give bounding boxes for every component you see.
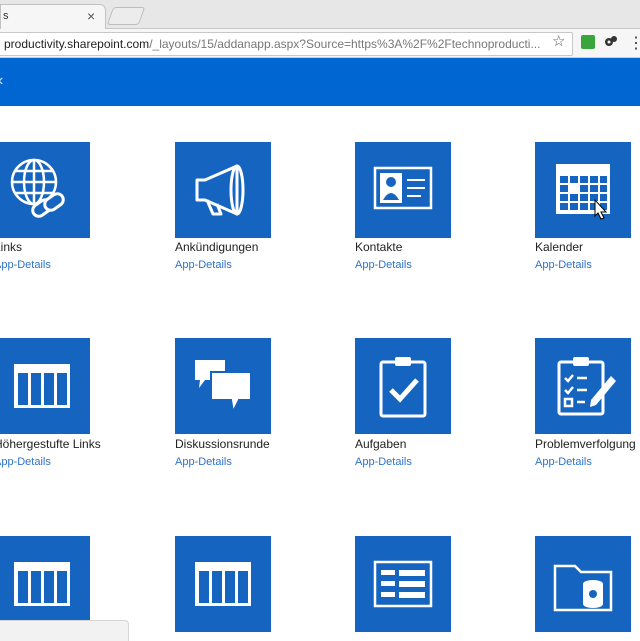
calendar-icon	[556, 164, 610, 220]
app-tile[interactable]	[355, 536, 451, 632]
app-grid: Links App-Details Ankündigungen App-Deta…	[0, 106, 640, 640]
tab-title: s	[3, 10, 9, 22]
app-name[interactable]: Kontakte	[355, 240, 402, 254]
list-table-icon	[14, 562, 70, 606]
url-host: productivity.sharepoint.com	[4, 37, 150, 51]
task-clipboard-icon	[379, 357, 427, 418]
app-details-link[interactable]: App-Details	[535, 259, 592, 271]
browser-tab[interactable]: s ×	[0, 4, 106, 29]
app-tile[interactable]	[535, 536, 631, 632]
app-tile-kontakte[interactable]	[355, 142, 451, 238]
list-table-icon	[195, 562, 251, 606]
app-name[interactable]: Aufgaben	[355, 437, 406, 451]
browser-toolbar: productivity.sharepoint.com/_layouts/15/…	[0, 29, 640, 58]
app-name[interactable]: Links	[0, 240, 22, 254]
app-tile-diskussionsrunde[interactable]	[175, 338, 271, 434]
app-details-link[interactable]: App-Details	[535, 456, 592, 468]
suite-bar: ‹	[0, 58, 640, 106]
browser-menu-icon[interactable]: ⋮	[628, 33, 640, 53]
issue-tracking-icon	[557, 357, 616, 416]
app-tile[interactable]	[0, 536, 90, 632]
form-list-icon	[373, 560, 433, 608]
app-tile[interactable]	[175, 536, 271, 632]
browser-tab-strip: s ×	[0, 0, 640, 29]
bookmark-star-icon[interactable]: ☆	[552, 32, 565, 50]
app-details-link[interactable]: App-Details	[355, 259, 412, 271]
app-details-link[interactable]: App-Details	[175, 456, 232, 468]
app-details-link[interactable]: App-Details	[0, 456, 51, 468]
new-tab-button[interactable]	[106, 7, 146, 25]
megaphone-icon	[195, 164, 245, 216]
close-tab-icon[interactable]: ×	[87, 8, 95, 24]
status-bubble	[0, 620, 129, 641]
app-name[interactable]: Höhergestufte Links	[0, 437, 101, 451]
app-tile-kalender[interactable]	[535, 142, 631, 238]
app-tile-links[interactable]	[0, 142, 90, 238]
extension-icon[interactable]	[581, 35, 595, 49]
extension-gear-icon[interactable]	[604, 34, 618, 51]
app-details-link[interactable]: App-Details	[175, 259, 232, 271]
address-bar[interactable]: productivity.sharepoint.com/_layouts/15/…	[0, 32, 573, 56]
app-tile-hoehergestufte-links[interactable]	[0, 338, 90, 434]
app-tile-problemverfolgung[interactable]	[535, 338, 631, 434]
list-table-icon	[14, 364, 70, 408]
app-name[interactable]: Problemverfolgung	[535, 437, 636, 451]
contact-card-icon	[373, 166, 433, 210]
url-path: /_layouts/15/addanapp.aspx?Source=https%…	[149, 37, 541, 51]
globe-link-icon	[10, 158, 65, 218]
app-name[interactable]: Kalender	[535, 240, 583, 254]
app-name[interactable]: Ankündigungen	[175, 240, 258, 254]
discussion-bubbles-icon	[195, 360, 252, 416]
app-tile-aufgaben[interactable]	[355, 338, 451, 434]
app-details-link[interactable]: App-Details	[0, 259, 51, 271]
app-name[interactable]: Diskussionsrunde	[175, 437, 270, 451]
back-arrow-icon[interactable]: ‹	[0, 72, 3, 90]
app-tile-ankuendigungen[interactable]	[175, 142, 271, 238]
app-details-link[interactable]: App-Details	[355, 456, 412, 468]
folder-database-icon	[553, 564, 613, 612]
